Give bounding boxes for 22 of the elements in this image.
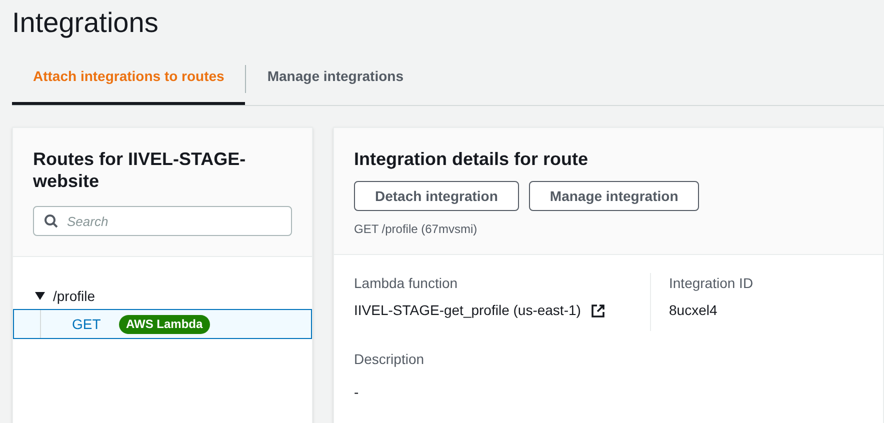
caret-icon [35,292,45,300]
panel-title: Routes for IIVEL-STAGE-website [33,148,247,192]
action-button[interactable]: Detach integration [354,181,519,211]
field-value: IIVEL-STAGE-get_profile (us-east-1) [354,301,581,320]
panel-title: Integration details for route [354,148,590,170]
method-label: GET [72,314,102,334]
search-icon [44,214,58,228]
tab[interactable]: Manage integrations [246,65,424,105]
field-label: Lambda function [354,274,459,293]
action-button[interactable]: Manage integration [528,181,700,211]
field-value: - [354,383,359,402]
route-summary: GET /profile (67mvsmi) [354,221,478,238]
integration-badge: AWS Lambda [119,314,210,334]
search-field[interactable]: Search [33,206,292,236]
route-method-row[interactable]: GET AWS Lambda [13,309,312,339]
route-path: /profile [53,286,96,306]
field-label: Integration ID [669,274,754,293]
page-title: Integrations [11,6,160,40]
external-link-icon[interactable] [590,304,605,318]
tree-item[interactable]: /profile [13,284,312,308]
field-label: Description [354,350,426,369]
field-value: 8ucxel4 [669,301,718,320]
